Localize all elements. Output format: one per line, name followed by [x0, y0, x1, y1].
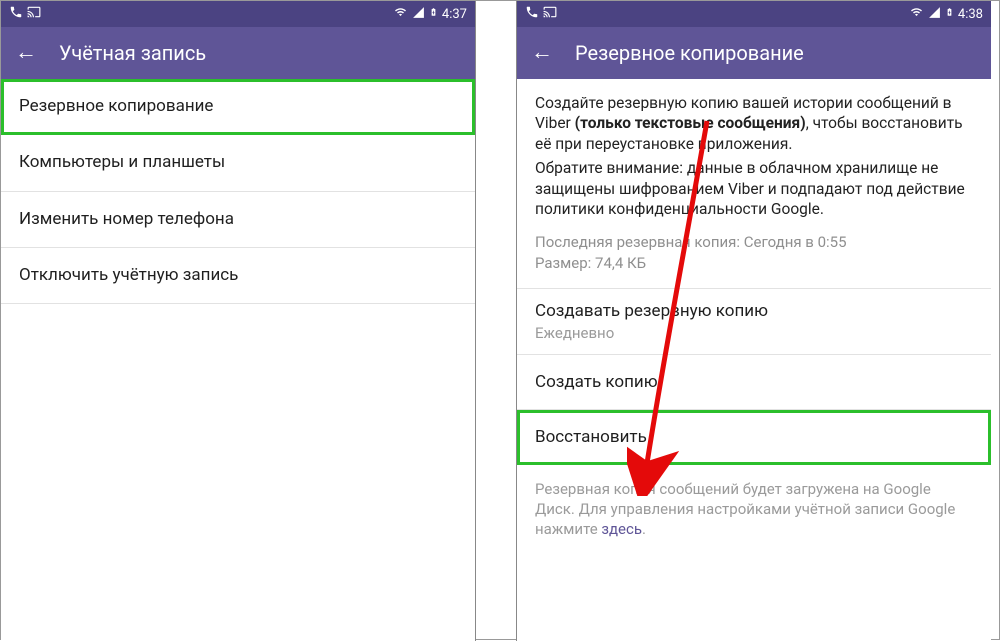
phone-right: 4:38 ← Резервное копирование Создайте ре… [516, 1, 991, 641]
appbar-title: Резервное копирование [575, 41, 804, 65]
settings-list: Резервное копирование Компьютеры и планш… [1, 79, 475, 304]
footer-text: Резервная копия сообщений будет загружен… [535, 480, 955, 539]
menu-item-computers[interactable]: Компьютеры и планшеты [1, 135, 475, 191]
back-arrow-icon[interactable]: ← [531, 42, 553, 64]
footer-link[interactable]: здесь [601, 520, 642, 538]
backup-meta: Последняя резервная копия: Сегодня в 0:5… [517, 222, 991, 289]
schedule-value: Ежедневно [535, 324, 973, 342]
app-bar: ← Учётная запись [1, 27, 475, 79]
status-bar: 4:38 [517, 1, 991, 27]
schedule-title: Создавать резервную копию [535, 301, 973, 321]
desc-note: Обратите внимание: данные в облачном хра… [535, 158, 973, 219]
backup-description: Создайте резервную копию вашей истории с… [517, 79, 991, 222]
menu-item-deactivate[interactable]: Отключить учётную запись [1, 248, 475, 304]
appbar-title: Учётная запись [59, 41, 206, 65]
back-arrow-icon[interactable]: ← [15, 42, 37, 64]
battery-icon [429, 5, 438, 23]
desc-bold: (только текстовые сообщения) [575, 114, 806, 132]
backup-size-text: Размер: 74,4 КБ [535, 253, 973, 274]
app-bar: ← Резервное копирование [517, 27, 991, 79]
signal-icon [928, 6, 941, 23]
restore-button[interactable]: Восстановить [517, 410, 991, 465]
phone-icon [9, 5, 23, 23]
phone-icon [525, 5, 539, 23]
wifi-icon [393, 6, 408, 22]
battery-icon [945, 5, 954, 23]
create-backup-button[interactable]: Создать копию [517, 355, 991, 410]
status-bar: 4:37 [1, 1, 475, 27]
cast-icon [27, 5, 41, 23]
status-time: 4:37 [442, 7, 467, 22]
backup-schedule-item[interactable]: Создавать резервную копию Ежедневно [517, 289, 991, 355]
last-backup-text: Последняя резервная копия: Сегодня в 0:5… [535, 232, 973, 253]
footer-note: Резервная копия сообщений будет загружен… [517, 465, 991, 554]
wifi-icon [909, 6, 924, 22]
status-time: 4:38 [958, 7, 983, 22]
footer-end: . [642, 520, 646, 538]
menu-item-backup[interactable]: Резервное копирование [1, 79, 475, 135]
cast-icon [543, 5, 557, 23]
signal-icon [412, 6, 425, 23]
menu-item-change-number[interactable]: Изменить номер телефона [1, 192, 475, 248]
phone-left: 4:37 ← Учётная запись Резервное копирова… [1, 1, 476, 641]
